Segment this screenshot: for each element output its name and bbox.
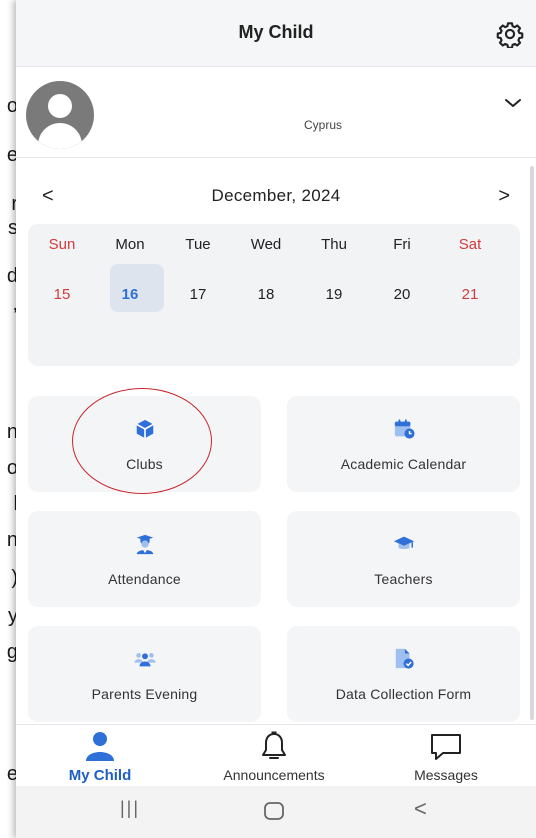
- calendar-panel: Sun Mon Tue Wed Thu Fri Sat 15 16 17 18 …: [28, 224, 520, 366]
- graduate-icon: [136, 534, 153, 555]
- people-group-icon: [133, 653, 156, 667]
- date-17[interactable]: 17: [164, 286, 232, 303]
- date-20[interactable]: 20: [368, 286, 436, 303]
- avatar: [26, 81, 94, 149]
- back-button[interactable]: <: [414, 796, 427, 822]
- date-21[interactable]: 21: [436, 286, 504, 303]
- academic-calendar-tile[interactable]: Academic Calendar: [287, 396, 520, 492]
- gear-icon[interactable]: [496, 20, 524, 48]
- date-16-selected[interactable]: 16: [96, 286, 164, 303]
- bell-icon: [262, 731, 286, 759]
- teachers-tile[interactable]: Teachers: [287, 511, 520, 607]
- day-name-tue: Tue: [185, 236, 211, 253]
- nav-my-child-label: My Child: [68, 767, 132, 784]
- date-19[interactable]: 19: [300, 286, 368, 303]
- academic-calendar-label: Academic Calendar: [340, 456, 467, 472]
- bottom-navigation: My Child Announcements Messages: [16, 724, 536, 787]
- nav-messages-label: Messages: [414, 767, 478, 783]
- app-header: My Child: [16, 0, 536, 67]
- dates-row: 15 16 17 18 19 20 21: [28, 286, 520, 303]
- avatar-head: [48, 94, 72, 118]
- data-collection-form-tile[interactable]: Data Collection Form: [287, 626, 520, 722]
- calendar-clock-icon: [394, 419, 415, 439]
- red-circle-annotation: [72, 388, 212, 494]
- scrollbar[interactable]: [530, 166, 534, 720]
- chevron-down-icon[interactable]: [504, 97, 522, 109]
- week-calendar: < December, 2024 > Sun Mon Tue Wed Thu F…: [16, 158, 536, 376]
- person-icon: [86, 732, 114, 761]
- day-name-thu: Thu: [321, 236, 347, 253]
- recents-button[interactable]: |||: [120, 798, 140, 819]
- chat-bubble-icon: [431, 734, 461, 760]
- nav-announcements[interactable]: Announcements: [204, 725, 344, 787]
- document-check-icon: [395, 648, 414, 669]
- system-navigation-bar: ||| <: [16, 786, 536, 838]
- avatar-body: [38, 123, 82, 149]
- phone-screen: My Child Cyprus < December, 2024 > Sun M…: [16, 0, 536, 838]
- home-button-icon[interactable]: [262, 799, 286, 823]
- day-name-fri: Fri: [393, 236, 411, 253]
- next-week-button[interactable]: >: [498, 185, 510, 208]
- calendar-month-label: December, 2024: [211, 186, 341, 205]
- nav-my-child[interactable]: My Child: [30, 725, 170, 787]
- day-name-mon: Mon: [115, 236, 145, 253]
- teachers-label: Teachers: [374, 571, 433, 587]
- day-name-sun: Sun: [48, 236, 76, 253]
- parents-evening-tile[interactable]: Parents Evening: [28, 626, 261, 722]
- date-15[interactable]: 15: [28, 286, 96, 303]
- nav-messages[interactable]: Messages: [376, 725, 516, 787]
- mortarboard-icon: [393, 536, 414, 550]
- child-name-redacted: [136, 89, 286, 105]
- parents-evening-label: Parents Evening: [91, 686, 198, 702]
- page-title: My Child: [238, 22, 314, 42]
- child-profile-selector[interactable]: Cyprus: [16, 67, 536, 158]
- attendance-label: Attendance: [108, 571, 181, 587]
- data-collection-form-label: Data Collection Form: [335, 686, 472, 702]
- day-name-wed: Wed: [250, 236, 282, 253]
- day-names-row: Sun Mon Tue Wed Thu Fri Sat: [28, 236, 520, 253]
- child-country: Cyprus: [304, 118, 343, 132]
- day-name-sat: Sat: [458, 236, 482, 253]
- attendance-tile[interactable]: Attendance: [28, 511, 261, 607]
- nav-announcements-label: Announcements: [223, 767, 325, 783]
- date-18[interactable]: 18: [232, 286, 300, 303]
